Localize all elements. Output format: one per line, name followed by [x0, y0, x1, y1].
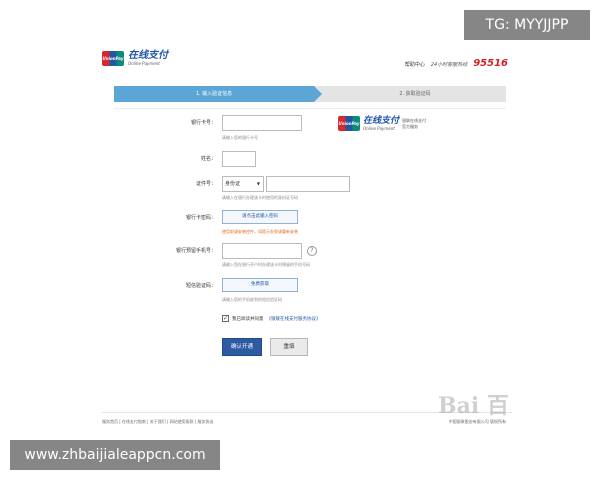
side-note-1: 银联在线支付: [402, 117, 427, 123]
hotline-number: 95516: [473, 58, 508, 69]
url-watermark: www.zhbaijialeappcn.com: [10, 440, 220, 470]
name-input[interactable]: [222, 151, 256, 167]
side-logo-title: 在线支付: [363, 116, 400, 126]
divider: [114, 108, 506, 109]
agreement-checkbox[interactable]: ✓: [222, 315, 229, 322]
id-number-input[interactable]: [266, 176, 350, 192]
id-type-value: 身份证: [225, 181, 241, 187]
step-1-active: 1. 输入验证信息: [114, 86, 322, 102]
card-password-button[interactable]: 请点击此输入密码: [222, 210, 298, 224]
side-note-2: 官方服务: [402, 123, 419, 129]
tg-watermark: TG: MYYJJPP: [464, 10, 590, 40]
card-number-label: 银行卡号：: [190, 120, 216, 126]
step-2: 2. 获取验证码: [399, 91, 431, 97]
progress-steps: 1. 输入验证信息 2. 获取验证码: [114, 86, 506, 102]
chevron-down-icon: ▼: [256, 181, 260, 186]
name-label: 姓名：: [200, 156, 216, 162]
agreement-link[interactable]: 《银联在线支付服务协议》: [267, 316, 321, 322]
footer-links[interactable]: 服务首页 | 在线支付指南 | 关于我们 | 网站使用条款 | 服务协议: [102, 419, 214, 425]
card-password-warning: 使用前请安装控件，如提示失败请重新安装: [222, 229, 298, 234]
side-logo-subtitle: Online Payment: [363, 126, 395, 131]
logo-subtitle: Online Payment: [128, 61, 160, 66]
unionpay-badge-icon: UnionPay 银联: [102, 50, 124, 76]
sms-code-hint: 请输入您的手机收到的短信验证码: [222, 297, 282, 302]
agreement-row: ✓ 我已阅读并同意 《银联在线支付服务协议》: [222, 315, 321, 322]
get-sms-code-button[interactable]: 免费获取: [222, 278, 298, 292]
side-logo: UnionPay 银联 在线支付 Online Payment 银联在线支付 官…: [338, 116, 427, 141]
hotline-label: 24小时客服热线: [430, 62, 468, 68]
baidu-watermark: Bai 百: [438, 393, 509, 419]
card-number-input[interactable]: [222, 115, 302, 131]
reset-button[interactable]: 重填: [270, 338, 308, 356]
phone-label: 银行预留手机号：: [175, 248, 216, 254]
card-password-label: 银行卡密码：: [185, 215, 216, 221]
id-type-select[interactable]: 身份证 ▼: [222, 176, 264, 192]
phone-input[interactable]: [222, 243, 302, 259]
header: UnionPay 银联 在线支付 Online Payment 帮助中心 24小…: [102, 48, 512, 78]
payment-page: UnionPay 银联 在线支付 Online Payment 帮助中心 24小…: [92, 40, 512, 430]
phone-hint: 请输入您在银行开户时办理该卡时预留的手机号码: [222, 262, 310, 267]
id-hint: 请输入在银行办理该卡时使用的身份证号码: [222, 195, 298, 200]
unionpay-logo: UnionPay 银联 在线支付 Online Payment: [102, 50, 168, 76]
confirm-button[interactable]: 确认开通: [222, 338, 262, 356]
unionpay-badge-icon: UnionPay 银联: [338, 116, 360, 141]
help-question-icon[interactable]: ?: [307, 246, 317, 256]
sms-code-label: 短信验证码：: [185, 283, 216, 289]
agreement-text: 我已阅读并同意: [232, 316, 264, 322]
id-label: 证件号：: [195, 181, 216, 187]
card-number-hint: 请输入您的银行卡号: [222, 135, 258, 140]
logo-title: 在线支付: [128, 50, 168, 61]
help-center-link[interactable]: 帮助中心: [405, 61, 425, 68]
